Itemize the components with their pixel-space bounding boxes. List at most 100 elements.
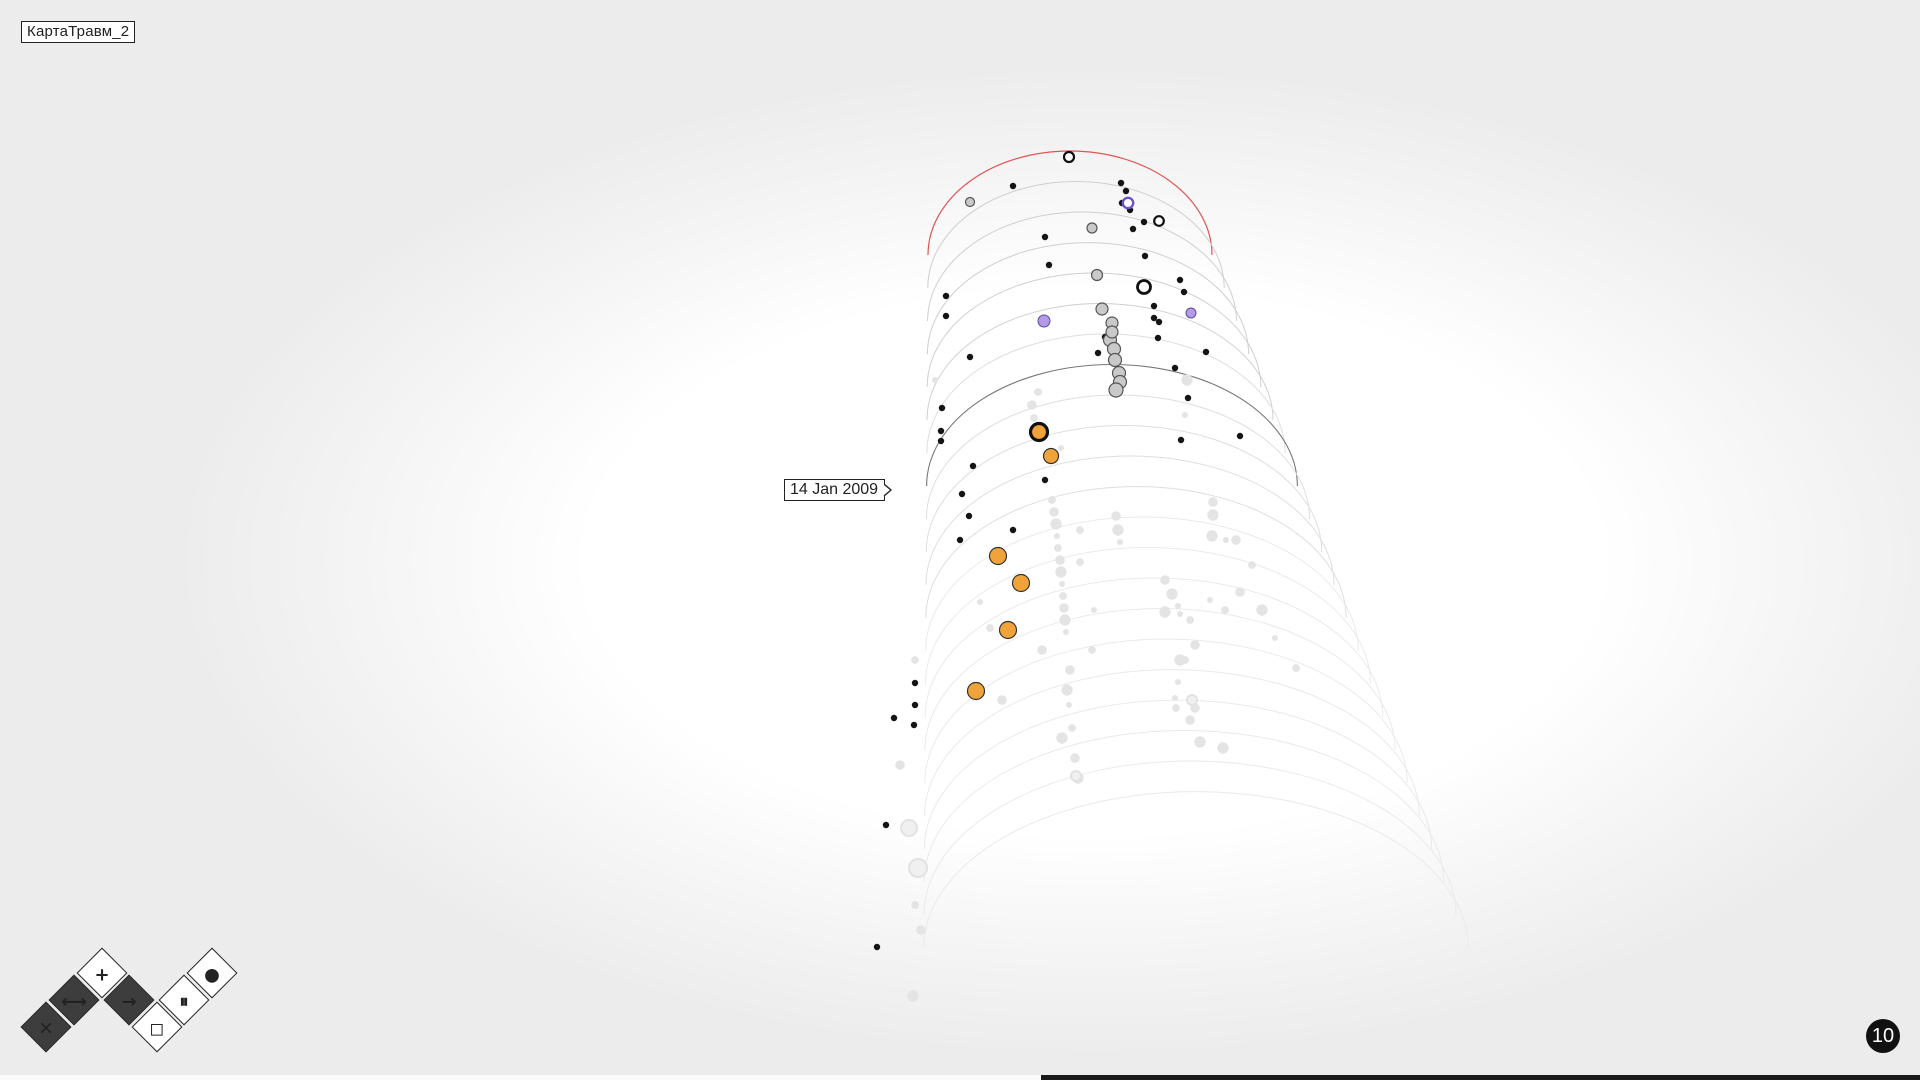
event-point[interactable] — [911, 701, 919, 709]
event-point[interactable] — [969, 462, 977, 470]
event-point[interactable] — [910, 721, 918, 729]
event-point[interactable] — [1034, 388, 1042, 396]
event-point[interactable] — [1140, 218, 1148, 226]
event-point[interactable] — [1136, 279, 1152, 295]
event-point[interactable] — [882, 821, 890, 829]
event-point[interactable] — [958, 490, 966, 498]
event-point[interactable] — [1094, 349, 1102, 357]
event-point[interactable] — [1207, 597, 1213, 603]
event-point[interactable] — [1194, 736, 1206, 748]
event-point[interactable] — [1172, 704, 1180, 712]
event-point[interactable] — [873, 943, 881, 951]
event-point[interactable] — [1256, 604, 1268, 616]
event-point[interactable] — [1049, 507, 1059, 517]
event-point[interactable] — [966, 353, 974, 361]
event-point[interactable] — [1175, 679, 1181, 685]
event-point[interactable] — [1117, 539, 1123, 545]
event-point[interactable] — [1061, 684, 1073, 696]
event-point[interactable] — [1028, 421, 1050, 443]
event-point[interactable] — [1180, 288, 1188, 296]
event-point[interactable] — [1272, 635, 1278, 641]
event-point[interactable] — [1070, 753, 1080, 763]
event-point[interactable] — [1059, 603, 1069, 613]
event-point[interactable] — [1185, 715, 1195, 725]
event-point[interactable] — [1066, 702, 1072, 708]
event-point[interactable] — [1090, 268, 1104, 282]
event-point[interactable] — [916, 925, 926, 935]
event-point[interactable] — [942, 292, 950, 300]
event-point[interactable] — [911, 679, 919, 687]
event-point[interactable] — [1009, 526, 1017, 534]
event-point[interactable] — [1112, 524, 1124, 536]
event-point[interactable] — [1086, 222, 1098, 234]
event-point[interactable] — [1154, 334, 1162, 342]
event-point[interactable] — [1054, 533, 1060, 539]
event-point[interactable] — [1182, 412, 1188, 418]
event-point[interactable] — [911, 901, 919, 909]
event-point[interactable] — [1166, 588, 1178, 600]
event-point[interactable] — [1208, 497, 1218, 507]
event-point[interactable] — [1076, 526, 1084, 534]
event-point[interactable] — [1056, 732, 1068, 744]
event-point[interactable] — [1042, 447, 1060, 465]
event-point[interactable] — [1153, 215, 1165, 227]
event-point[interactable] — [911, 656, 919, 664]
event-point[interactable] — [1217, 742, 1229, 754]
event-point[interactable] — [1184, 394, 1192, 402]
event-point[interactable] — [1248, 561, 1256, 569]
event-point[interactable] — [1041, 233, 1049, 241]
event-point[interactable] — [997, 695, 1007, 705]
event-point[interactable] — [1150, 302, 1158, 310]
event-point[interactable] — [1292, 664, 1300, 672]
event-point[interactable] — [907, 990, 919, 1002]
event-point[interactable] — [1231, 535, 1241, 545]
event-point[interactable] — [998, 620, 1018, 640]
event-point[interactable] — [908, 858, 928, 878]
event-point[interactable] — [1181, 374, 1193, 386]
event-point[interactable] — [1076, 558, 1084, 566]
event-point[interactable] — [1121, 196, 1135, 210]
event-point[interactable] — [1207, 509, 1219, 521]
event-point[interactable] — [1059, 614, 1071, 626]
event-point[interactable] — [1190, 640, 1200, 650]
event-point[interactable] — [890, 714, 898, 722]
event-point[interactable] — [1105, 325, 1119, 339]
event-point[interactable] — [1048, 496, 1056, 504]
event-point[interactable] — [1037, 645, 1047, 655]
event-point[interactable] — [1129, 225, 1137, 233]
event-point[interactable] — [1027, 400, 1037, 410]
event-point[interactable] — [1181, 656, 1189, 664]
event-point[interactable] — [1070, 770, 1082, 782]
event-point[interactable] — [1177, 436, 1185, 444]
event-point[interactable] — [1091, 607, 1097, 613]
event-point[interactable] — [1175, 603, 1181, 609]
event-point[interactable] — [895, 760, 905, 770]
event-point[interactable] — [1062, 150, 1076, 164]
drop-button[interactable]: ● — [186, 947, 238, 999]
event-point[interactable] — [1037, 314, 1051, 328]
event-point[interactable] — [956, 536, 964, 544]
event-point[interactable] — [938, 404, 946, 412]
event-point[interactable] — [966, 681, 986, 701]
event-point[interactable] — [1063, 629, 1069, 635]
event-point[interactable] — [965, 512, 973, 520]
event-point[interactable] — [1059, 592, 1067, 600]
event-point[interactable] — [1054, 544, 1062, 552]
event-point[interactable] — [1202, 348, 1210, 356]
event-point[interactable] — [1221, 606, 1229, 614]
event-point[interactable] — [1055, 555, 1065, 565]
event-point[interactable] — [1041, 476, 1049, 484]
event-point[interactable] — [1176, 276, 1184, 284]
event-point[interactable] — [1111, 511, 1121, 521]
event-point[interactable] — [1177, 611, 1183, 617]
event-point[interactable] — [900, 819, 918, 837]
event-point[interactable] — [1235, 587, 1245, 597]
event-point[interactable] — [986, 624, 994, 632]
event-point[interactable] — [1045, 261, 1053, 269]
event-point[interactable] — [937, 427, 945, 435]
event-point[interactable] — [1236, 432, 1244, 440]
event-point[interactable] — [977, 599, 983, 605]
event-point[interactable] — [1186, 694, 1198, 706]
event-point[interactable] — [1122, 187, 1130, 195]
event-point[interactable] — [932, 377, 938, 383]
